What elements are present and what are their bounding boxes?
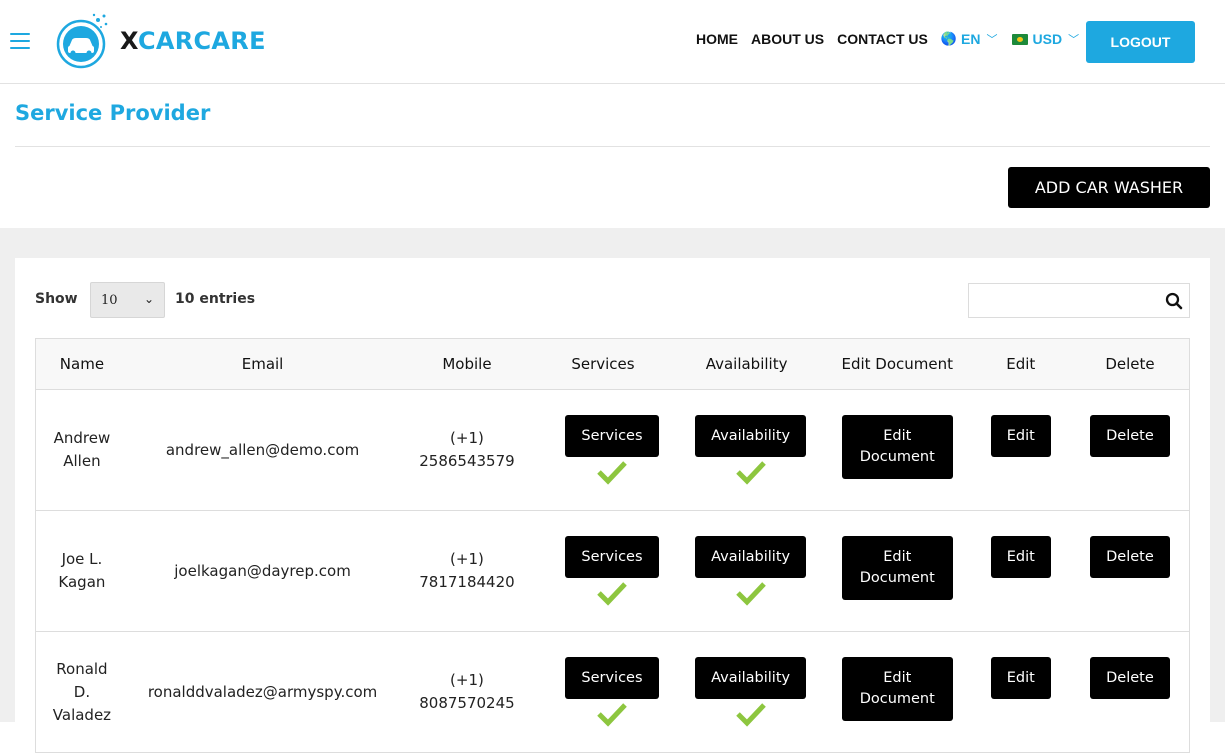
row-email: andrew_allen@demo.com xyxy=(165,440,360,459)
edit-button[interactable]: Edit xyxy=(990,415,1051,457)
column-header-name[interactable]: Name xyxy=(35,338,128,390)
delete-cell: Delete xyxy=(1071,390,1190,511)
edit-document-cell: Edit Document xyxy=(824,632,971,753)
brand-name: XCARCARE xyxy=(120,27,266,55)
edit-document-button[interactable]: Edit Document xyxy=(841,415,953,479)
brand-name-prefix: X xyxy=(120,27,138,55)
chevron-down-icon: ﹀ xyxy=(986,34,998,46)
check-icon xyxy=(735,703,766,727)
entries-label: 10 entries xyxy=(175,291,256,307)
column-header-edit[interactable]: Edit xyxy=(970,338,1071,390)
table-row: Joe L. Kagan joelkagan@dayrep.com (+1) 7… xyxy=(35,511,1190,632)
row-email: ronalddvaladez@armyspy.com xyxy=(147,682,378,701)
table-row: Andrew Allen andrew_allen@demo.com (+1) … xyxy=(35,390,1190,511)
brand-name-suffix: CARCARE xyxy=(137,27,266,55)
edit-cell: Edit xyxy=(971,511,1071,632)
chevron-down-icon: ⌄ xyxy=(143,292,154,306)
services-cell: Services xyxy=(537,632,670,753)
search-icon[interactable] xyxy=(1165,292,1183,310)
table-row: Ronald D. Valadez ronalddvaladez@armyspy… xyxy=(35,632,1190,753)
service-provider-table: Name Email Mobile Services Availability … xyxy=(35,338,1190,753)
check-icon xyxy=(597,582,627,606)
car-wash-logo-icon xyxy=(56,13,108,69)
availability-cell: Availability xyxy=(669,511,824,632)
currency-value: USD xyxy=(1032,31,1063,47)
edit-document-button[interactable]: Edit Document xyxy=(841,536,953,600)
column-header-email[interactable]: Email xyxy=(127,338,398,390)
edit-button[interactable]: Edit xyxy=(990,536,1051,578)
column-header-delete[interactable]: Delete xyxy=(1070,338,1190,390)
globe-icon: 🌎 xyxy=(940,31,958,46)
search-input[interactable] xyxy=(969,284,1149,317)
availability-button[interactable]: Availability xyxy=(695,536,807,578)
edit-document-button[interactable]: Edit Document xyxy=(841,657,953,721)
flag-icon xyxy=(1011,33,1028,45)
column-header-mobile[interactable]: Mobile xyxy=(397,338,537,390)
row-name: Joe L. Kagan xyxy=(58,550,106,591)
language-value: EN xyxy=(961,31,981,47)
chevron-down-icon: ﹀ xyxy=(1068,34,1080,46)
search-field xyxy=(968,283,1190,318)
delete-button[interactable]: Delete xyxy=(1090,415,1170,457)
services-button[interactable]: Services xyxy=(565,536,659,578)
delete-cell: Delete xyxy=(1071,632,1190,753)
title-divider xyxy=(15,146,1210,147)
nav-about-link[interactable]: ABOUT US xyxy=(751,31,824,47)
language-dropdown[interactable]: 🌎 EN ﹀ xyxy=(941,31,998,47)
hamburger-menu-icon[interactable] xyxy=(10,33,30,50)
delete-button[interactable]: Delete xyxy=(1090,536,1170,578)
currency-dropdown[interactable]: USD ﹀ xyxy=(1011,31,1080,47)
page-size-select[interactable]: 10 ⌄ xyxy=(90,282,165,318)
services-button[interactable]: Services xyxy=(565,415,659,457)
services-cell: Services xyxy=(537,390,670,511)
page-title: Service Provider xyxy=(15,101,211,125)
add-car-washer-button[interactable]: ADD CAR WASHER xyxy=(1008,167,1210,208)
top-header: XCARCARE HOME ABOUT US CONTACT US 🌎 EN ﹀… xyxy=(0,0,1225,84)
row-mobile: (+1) 7817184420 xyxy=(419,550,515,591)
services-button[interactable]: Services xyxy=(565,657,659,699)
delete-cell: Delete xyxy=(1071,511,1190,632)
brand-logo[interactable]: XCARCARE xyxy=(54,12,266,70)
edit-cell: Edit xyxy=(971,632,1071,753)
row-name: Ronald D. Valadez xyxy=(52,659,112,724)
check-icon xyxy=(597,703,627,727)
column-header-edit-document[interactable]: Edit Document xyxy=(823,338,971,390)
edit-document-cell: Edit Document xyxy=(824,390,971,511)
edit-cell: Edit xyxy=(971,390,1071,511)
row-mobile: (+1) 2586543579 xyxy=(419,429,515,470)
check-icon xyxy=(735,582,766,606)
table-header-row: Name Email Mobile Services Availability … xyxy=(35,338,1190,390)
logout-button[interactable]: LOGOUT xyxy=(1086,21,1195,63)
column-header-services[interactable]: Services xyxy=(536,338,670,390)
nav-contact-link[interactable]: CONTACT US xyxy=(837,31,928,47)
availability-button[interactable]: Availability xyxy=(695,415,807,457)
page-size-value: 10 xyxy=(101,293,118,308)
edit-document-cell: Edit Document xyxy=(824,511,971,632)
check-icon xyxy=(735,461,766,485)
column-header-availability[interactable]: Availability xyxy=(669,338,824,390)
nav-home-link[interactable]: HOME xyxy=(696,31,738,47)
row-name: Andrew Allen xyxy=(53,429,111,470)
main-nav: HOME ABOUT US CONTACT US 🌎 EN ﹀ USD ﹀ xyxy=(696,31,1093,47)
delete-button[interactable]: Delete xyxy=(1090,657,1170,699)
services-cell: Services xyxy=(537,511,670,632)
availability-button[interactable]: Availability xyxy=(695,657,807,699)
availability-cell: Availability xyxy=(669,390,824,511)
row-email: joelkagan@dayrep.com xyxy=(174,561,351,580)
check-icon xyxy=(597,461,627,485)
show-label: Show xyxy=(35,291,78,307)
row-mobile: (+1) 8087570245 xyxy=(419,671,515,712)
availability-cell: Availability xyxy=(669,632,824,753)
edit-button[interactable]: Edit xyxy=(990,657,1051,699)
